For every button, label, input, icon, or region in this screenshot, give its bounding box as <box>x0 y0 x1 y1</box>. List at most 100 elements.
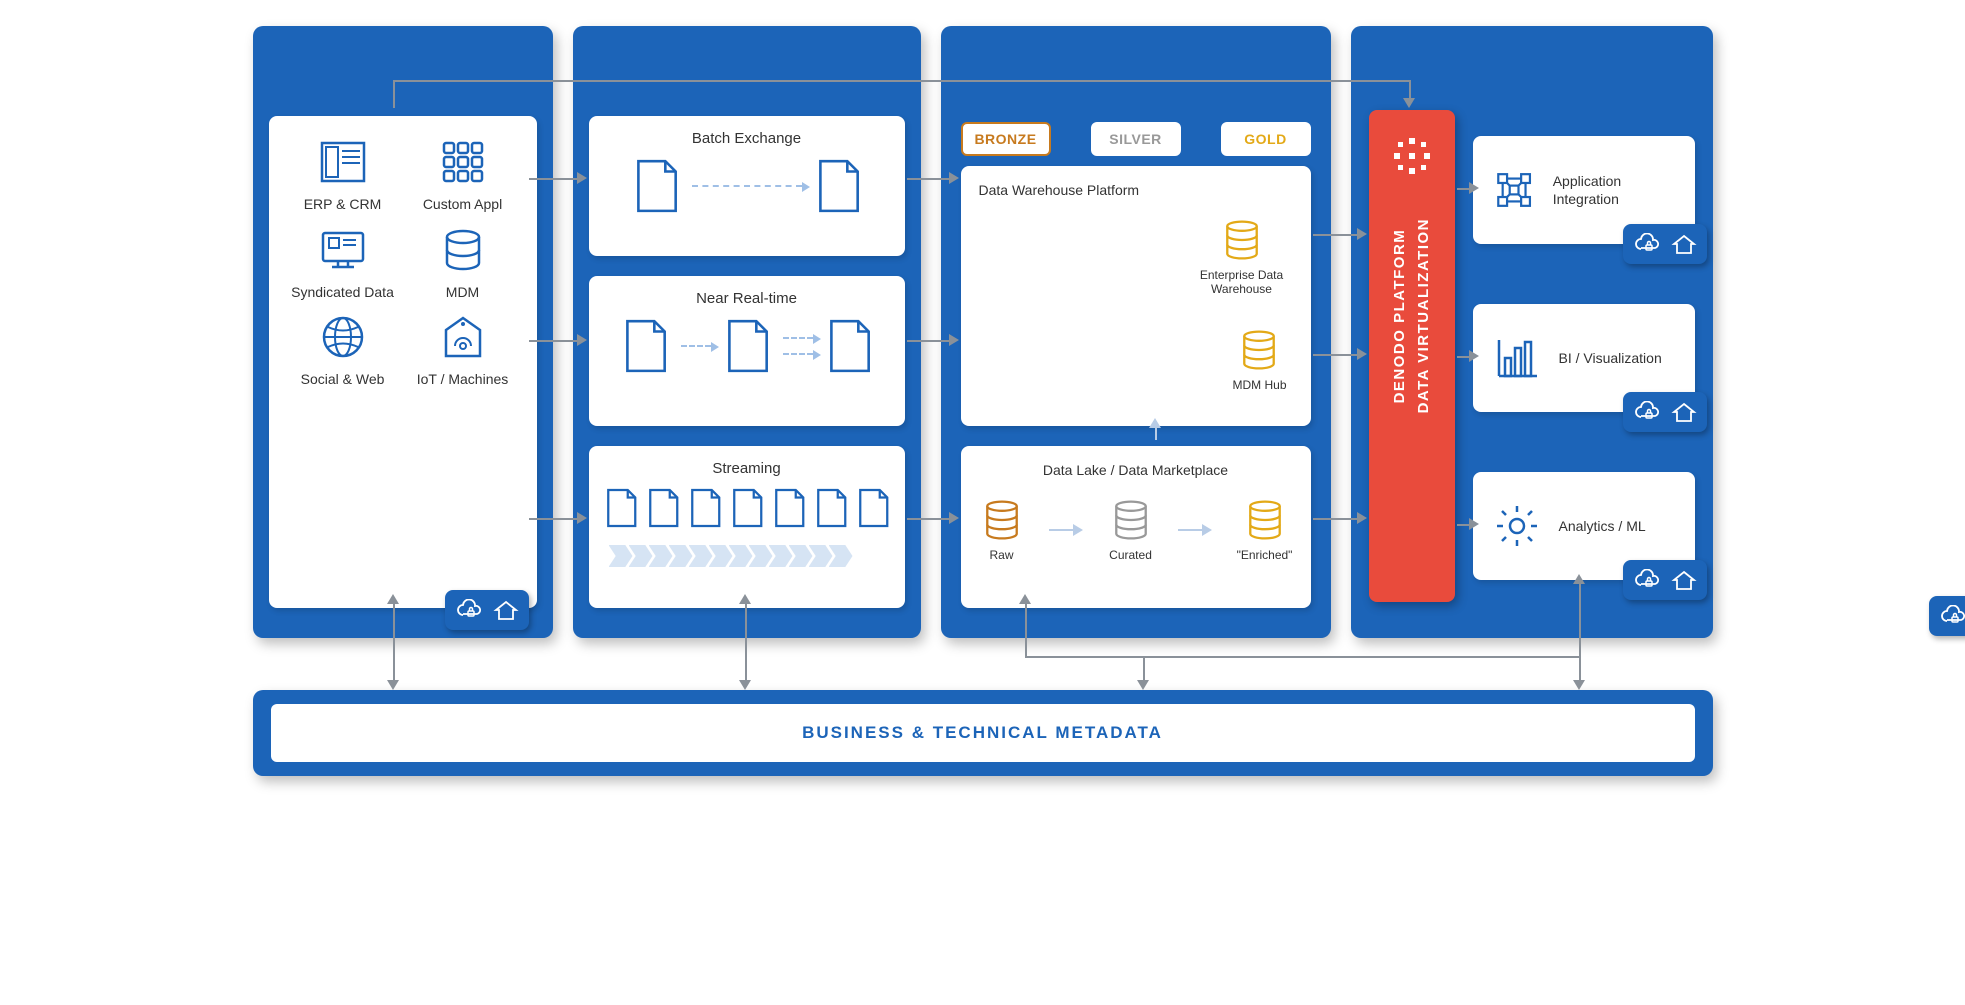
flow-arrow <box>1143 656 1145 682</box>
flow-arrow <box>393 602 395 670</box>
tier-gold: GOLD <box>1221 122 1311 156</box>
tier-bronze: BRONZE <box>961 122 1051 156</box>
file-icon <box>823 317 875 375</box>
dashed-arrow <box>681 345 711 347</box>
source-label: Syndicated Data <box>291 284 394 302</box>
database-icon <box>1219 216 1265 264</box>
flow-arrow <box>1313 234 1359 236</box>
architecture-diagram: ERP & CRM Custom Appl Syndicated Data <box>243 20 1723 780</box>
source-label: Custom Appl <box>423 196 502 214</box>
file-icon <box>619 317 671 375</box>
processing-column: Batch Exchange Near Real-time Streami <box>573 26 921 638</box>
nrt-title: Near Real-time <box>589 276 905 317</box>
sources-card: ERP & CRM Custom Appl Syndicated Data <box>269 116 537 608</box>
cloud-lock-icon <box>1633 569 1661 591</box>
flow-arrow <box>907 178 951 180</box>
enriched-label: "Enriched" <box>1237 548 1293 562</box>
source-label: Social & Web <box>301 371 385 389</box>
database-icon <box>1108 496 1154 544</box>
batch-exchange-card: Batch Exchange <box>589 116 905 256</box>
file-icon <box>812 487 850 529</box>
cloud-onprem-badge <box>1929 596 1965 636</box>
flow-arrow <box>393 80 395 108</box>
flow-arrow <box>1313 354 1359 356</box>
tier-silver: SILVER <box>1091 122 1181 156</box>
erp-icon <box>317 136 369 188</box>
source-label: MDM <box>446 284 479 302</box>
metadata-bar: BUSINESS & TECHNICAL METADATA <box>271 704 1695 762</box>
integration-icon <box>1493 166 1535 214</box>
denodo-text: DENODO PLATFORMDATA VIRTUALIZATION <box>1388 218 1436 413</box>
file-icon <box>728 487 766 529</box>
near-realtime-card: Near Real-time <box>589 276 905 426</box>
source-syndicated-data: Syndicated Data <box>283 224 403 302</box>
datalake-card: Data Lake / Data Marketplace Raw Curated <box>961 446 1311 608</box>
file-icon <box>854 487 892 529</box>
curated-label: Curated <box>1109 548 1152 562</box>
home-icon <box>493 599 519 621</box>
raw-label: Raw <box>989 548 1013 562</box>
grid-icon <box>437 136 489 188</box>
dashed-arrow <box>692 185 802 187</box>
edw-label: Enterprise Data Warehouse <box>1197 268 1287 297</box>
gear-icon <box>1493 502 1541 550</box>
metadata-label: BUSINESS & TECHNICAL METADATA <box>802 723 1163 743</box>
database-icon <box>437 224 489 276</box>
file-icon <box>721 317 773 375</box>
batch-title: Batch Exchange <box>589 116 905 157</box>
warehouse-card: Data Warehouse Platform Enterprise Data … <box>961 166 1311 426</box>
cloud-lock-icon <box>1939 605 1965 627</box>
stream-title: Streaming <box>589 446 905 487</box>
platforms-column: BRONZE SILVER GOLD Data Warehouse Platfo… <box>941 26 1331 638</box>
source-custom-appl: Custom Appl <box>403 136 523 214</box>
chart-icon <box>1493 334 1541 382</box>
file-icon <box>644 487 682 529</box>
cloud-onprem-badge <box>1623 392 1707 432</box>
flow-arrow <box>1025 656 1581 658</box>
denodo-platform: DENODO PLATFORMDATA VIRTUALIZATION <box>1369 110 1455 602</box>
flow-arrow <box>393 80 1411 82</box>
file-icon <box>812 157 864 215</box>
flow-arrow <box>1025 602 1027 658</box>
consumer-label: Application Integration <box>1553 172 1675 208</box>
database-icon <box>1242 496 1288 544</box>
globe-icon <box>317 311 369 363</box>
source-label: IoT / Machines <box>417 371 509 389</box>
dashed-arrow <box>783 337 813 339</box>
flow-arrow <box>1579 656 1581 682</box>
flow-arrow <box>907 340 951 342</box>
flow-arrow <box>745 602 747 682</box>
flow-arrow <box>1313 518 1359 520</box>
denodo-logo-icon <box>1390 134 1434 178</box>
source-mdm: MDM <box>403 224 523 302</box>
dashed-arrow <box>783 353 813 355</box>
source-label: ERP & CRM <box>304 196 382 214</box>
iot-icon <box>437 311 489 363</box>
cloud-lock-icon <box>1633 401 1661 423</box>
cloud-onprem-badge <box>1623 224 1707 264</box>
file-icon <box>630 157 682 215</box>
file-icon <box>770 487 808 529</box>
stream-chevrons <box>589 545 905 581</box>
streaming-card: Streaming <box>589 446 905 608</box>
cloud-lock-icon <box>455 599 483 621</box>
cloud-onprem-badge <box>445 590 529 630</box>
file-icon <box>602 487 640 529</box>
flow-arrow <box>529 340 579 342</box>
flow-arrow <box>529 518 579 520</box>
source-social-web: Social & Web <box>283 311 403 389</box>
metadata-column: BUSINESS & TECHNICAL METADATA <box>253 690 1713 776</box>
cloud-lock-icon <box>1633 233 1661 255</box>
warehouse-title: Data Warehouse Platform <box>979 182 1293 198</box>
home-icon <box>1671 401 1697 423</box>
file-icon <box>686 487 724 529</box>
consumer-label: BI / Visualization <box>1559 349 1662 367</box>
database-icon <box>979 496 1025 544</box>
mdm-hub-label: MDM Hub <box>1232 378 1286 392</box>
database-icon <box>1236 326 1282 374</box>
flow-arrow <box>907 518 951 520</box>
source-iot: IoT / Machines <box>403 311 523 389</box>
flow-arrow <box>1409 80 1411 100</box>
home-icon <box>1671 569 1697 591</box>
sources-column: ERP & CRM Custom Appl Syndicated Data <box>253 26 553 638</box>
